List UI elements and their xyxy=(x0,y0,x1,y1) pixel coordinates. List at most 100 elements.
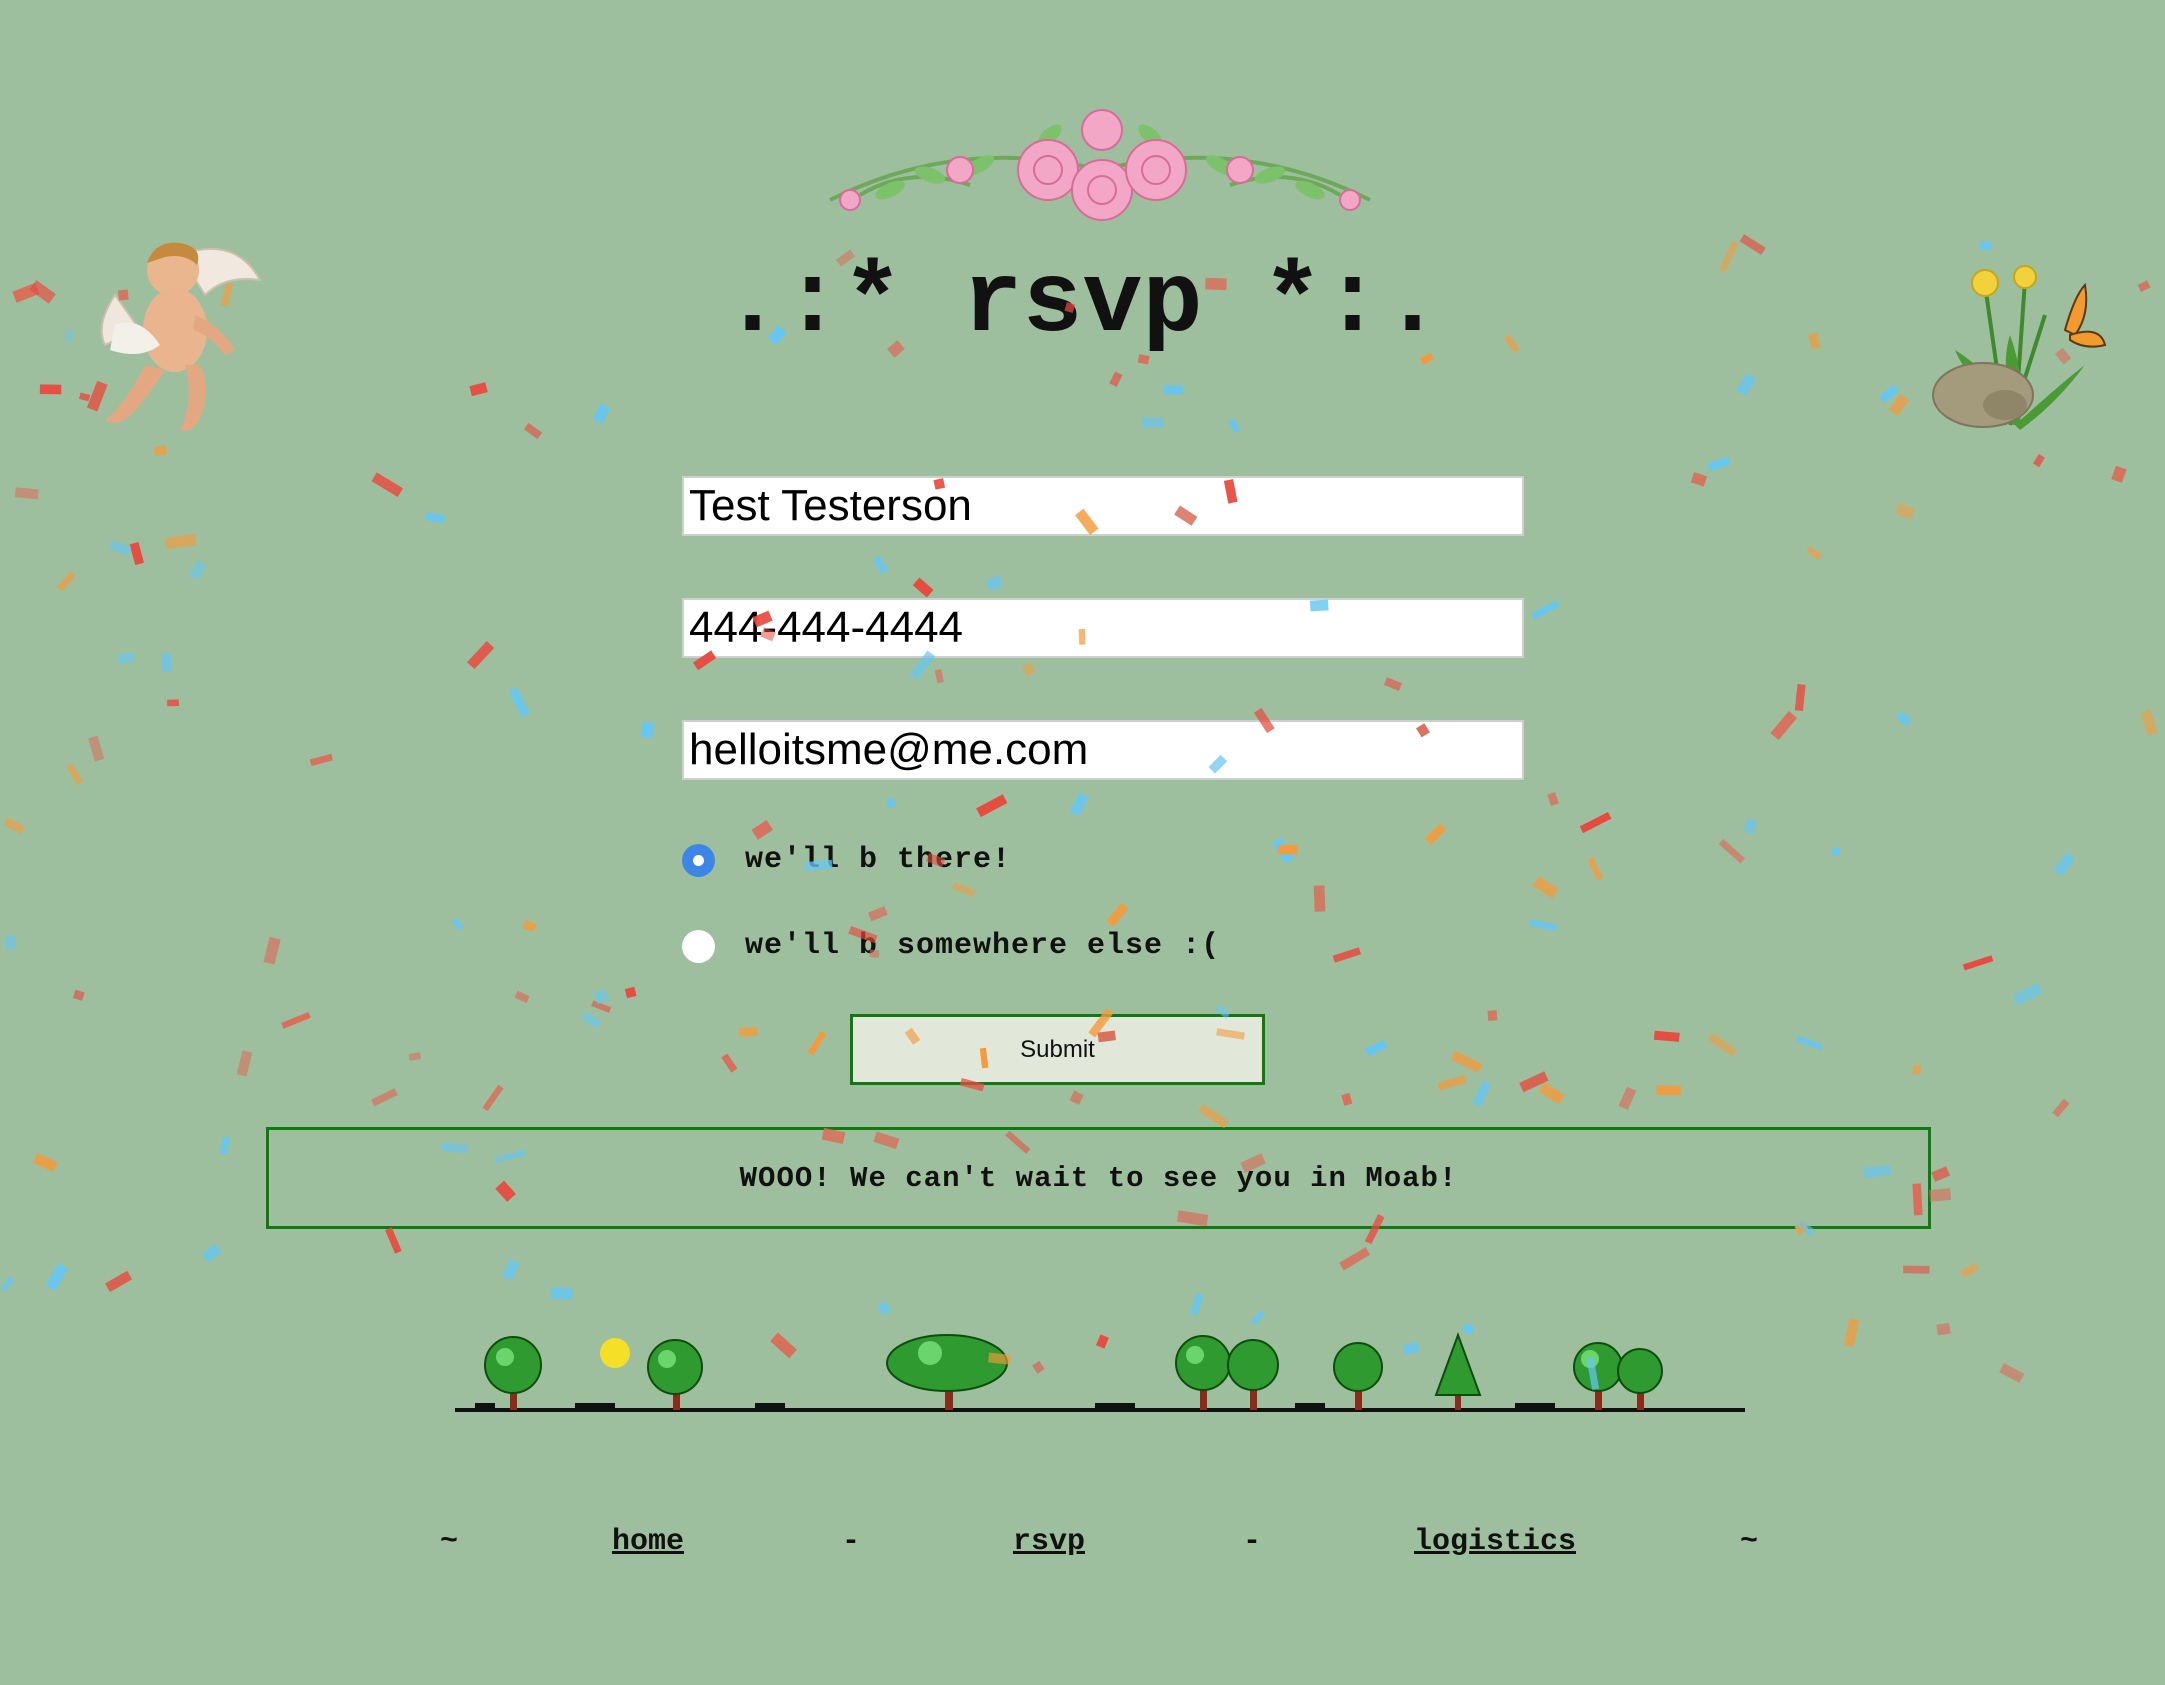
confetti-piece xyxy=(976,794,1008,818)
confetti-piece xyxy=(624,986,637,999)
confetti-piece xyxy=(2052,1098,2070,1118)
footer-tilde-left: ~ xyxy=(440,1525,459,1559)
confetti-piece xyxy=(88,735,105,762)
confetti-piece xyxy=(4,935,16,950)
footer-separator: - xyxy=(842,1525,861,1559)
confetti-piece xyxy=(1903,1265,1930,1274)
confetti-piece xyxy=(1313,885,1326,912)
confetti-piece xyxy=(116,651,136,665)
confetti-piece xyxy=(1936,1322,1951,1336)
attend-no-radio[interactable] xyxy=(682,929,715,963)
confetti-piece xyxy=(1341,1092,1353,1106)
confetti-piece xyxy=(1888,393,1910,417)
confetti-piece xyxy=(1960,1262,1979,1279)
confetti-piece xyxy=(1141,417,1165,428)
confetti-piece xyxy=(309,753,333,767)
confetti-piece xyxy=(2140,709,2159,737)
confetti-piece xyxy=(39,384,62,395)
confetti-piece xyxy=(867,906,888,922)
confetti-piece xyxy=(1250,1310,1266,1326)
confetti-piece xyxy=(1579,811,1612,834)
confetti-piece xyxy=(467,641,495,670)
confetti-piece xyxy=(934,669,944,684)
confetti-piece xyxy=(751,820,773,840)
rose-garland-icon xyxy=(829,109,1371,221)
page-title: .:* rsvp *:. xyxy=(722,248,1443,361)
confetti-piece xyxy=(201,1243,222,1263)
confetti-piece xyxy=(482,1084,504,1112)
confetti-piece xyxy=(1519,1071,1549,1093)
confetti-piece xyxy=(1547,792,1559,806)
confetti-piece xyxy=(1929,1188,1952,1202)
confetti-piece xyxy=(14,487,39,500)
confetti-piece xyxy=(1531,600,1560,620)
confetti-piece xyxy=(281,1011,311,1029)
confetti-piece xyxy=(1707,456,1731,472)
confetti-piece xyxy=(1106,903,1129,927)
confetti-piece xyxy=(1795,1035,1824,1051)
confetti-piece xyxy=(1022,663,1035,676)
confetti-piece xyxy=(1931,1166,1951,1182)
attend-yes-option[interactable]: we'll b there! xyxy=(682,840,1011,880)
confetti-piece xyxy=(1770,710,1798,740)
confetti-piece xyxy=(721,1053,738,1073)
submit-button[interactable]: Submit xyxy=(850,1014,1265,1085)
footer-separator: - xyxy=(1243,1525,1262,1559)
confetti-piece xyxy=(1069,792,1089,817)
confetti-piece xyxy=(33,1153,58,1172)
confetti-piece xyxy=(1735,372,1757,397)
confetti-piece xyxy=(154,445,167,456)
confetti-piece xyxy=(236,1050,253,1077)
confetti-piece xyxy=(1962,955,1994,971)
confetti-piece xyxy=(109,539,132,556)
name-input[interactable]: Test Testerson xyxy=(682,476,1524,536)
confetti-piece xyxy=(1383,677,1403,692)
confetti-piece xyxy=(161,653,172,672)
confetti-piece xyxy=(739,1027,758,1037)
confetti-piece xyxy=(912,577,934,598)
confetti-piece xyxy=(1587,857,1604,881)
confetti-piece xyxy=(1843,1318,1860,1347)
attend-yes-label: we'll b there! xyxy=(745,843,1012,877)
confetti-piece xyxy=(469,382,488,397)
confetti-piece xyxy=(1999,1363,2025,1383)
confetti-piece xyxy=(45,1263,69,1291)
footer-link-home[interactable]: home xyxy=(612,1525,684,1569)
confetti-piece xyxy=(1472,1080,1492,1108)
confetti-piece xyxy=(876,1300,892,1317)
confetti-piece xyxy=(1743,817,1758,836)
confetti-piece xyxy=(1895,503,1915,520)
confetti-piece xyxy=(408,1052,422,1061)
footer-link-rsvp[interactable]: rsvp xyxy=(1013,1525,1085,1569)
confirmation-message: WOOO! We can't wait to see you in Moab! xyxy=(266,1127,1931,1229)
confetti-piece xyxy=(1538,1082,1565,1105)
confetti-piece xyxy=(1879,384,1899,403)
confetti-piece xyxy=(66,763,84,786)
confetti-piece xyxy=(550,1287,574,1301)
confetti-piece xyxy=(522,919,537,933)
confetti-piece xyxy=(1163,385,1184,395)
confetti-piece xyxy=(523,422,543,440)
confetti-piece xyxy=(1656,1085,1682,1096)
pixel-trees-strip-icon xyxy=(455,1332,1745,1412)
attend-no-option[interactable]: we'll b somewhere else :( xyxy=(682,926,1220,966)
confetti-piece xyxy=(1228,418,1241,434)
confetti-piece xyxy=(887,798,895,808)
confetti-piece xyxy=(1069,1090,1084,1105)
footer-link-logistics[interactable]: logistics xyxy=(1414,1525,1576,1569)
confetti-piece xyxy=(1912,1064,1922,1075)
confetti-piece xyxy=(371,472,404,497)
attend-yes-radio[interactable] xyxy=(682,843,715,877)
confetti-piece xyxy=(2053,852,2076,877)
confetti-piece xyxy=(1198,1104,1230,1129)
confetti-piece xyxy=(807,1031,827,1056)
phone-input[interactable]: 444-444-4444 xyxy=(682,598,1524,658)
confetti-piece xyxy=(514,990,530,1004)
confetti-piece xyxy=(591,1000,612,1013)
confetti-piece xyxy=(1794,684,1806,712)
confetti-piece xyxy=(72,989,85,1001)
confetti-piece xyxy=(164,533,197,550)
confetti-piece xyxy=(1831,847,1841,857)
confetti-piece xyxy=(1529,919,1558,932)
email-input[interactable]: helloitsme@me.com xyxy=(682,720,1524,780)
